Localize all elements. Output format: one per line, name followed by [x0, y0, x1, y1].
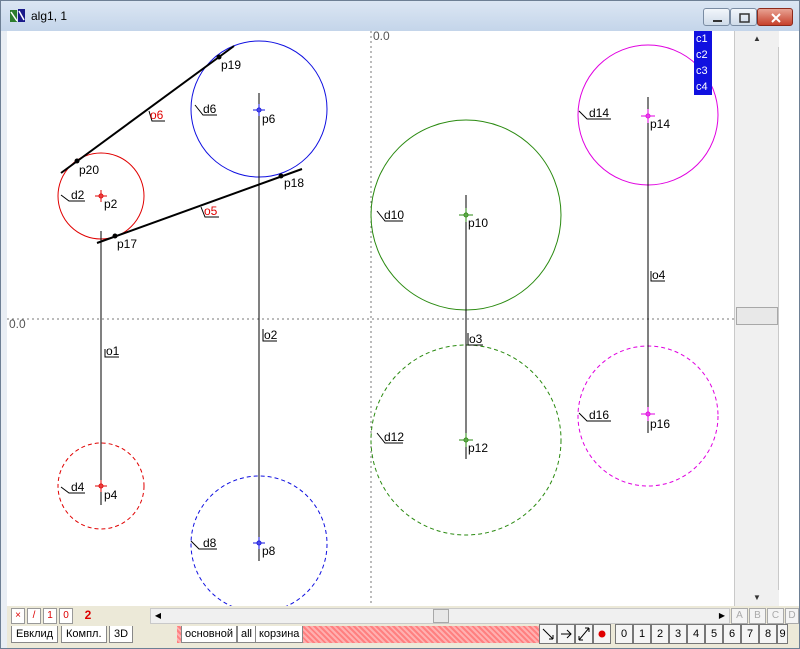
diagonal-arrow-icon	[542, 628, 554, 640]
horizontal-scrollbar[interactable]: ◀ ▶	[150, 608, 730, 624]
column-d-button[interactable]: D	[785, 608, 799, 624]
point-label-p19: p19	[221, 58, 241, 72]
geometry-drawing[interactable]: 0.0 0.0 d2 d4 d6 d8 d10 d12 d14 d16 o1 o…	[7, 31, 734, 606]
line-label-o5: o5	[204, 204, 218, 218]
close-button[interactable]	[757, 8, 793, 26]
digit-button-4[interactable]: 4	[687, 624, 705, 644]
window-title: alg1, 1	[31, 9, 68, 23]
line-label-o1: o1	[106, 344, 120, 358]
maximize-button[interactable]	[730, 8, 757, 26]
circle-label-d6: d6	[203, 102, 217, 116]
circle-label-d16: d16	[589, 408, 609, 422]
digit-button-2[interactable]: 2	[651, 624, 669, 644]
tab-complex[interactable]: Компл.	[61, 626, 107, 643]
tab-euclid[interactable]: Евклид	[11, 626, 59, 643]
axis-label-top: 0.0	[373, 31, 390, 43]
fit-tool-button[interactable]	[539, 624, 557, 644]
circle-label-d4: d4	[71, 480, 85, 494]
digit-button-1[interactable]: 1	[633, 624, 651, 644]
circle-label-d8: d8	[203, 536, 217, 550]
zero-mini-button[interactable]: 0	[59, 608, 73, 624]
line-mini-button[interactable]: /	[27, 608, 41, 624]
circle-label-d12: d12	[384, 430, 404, 444]
digit-button-8[interactable]: 8	[759, 624, 777, 644]
line-o5[interactable]	[96, 168, 303, 244]
digit-button-6[interactable]: 6	[723, 624, 741, 644]
line-label-o3: o3	[469, 332, 483, 346]
vertical-scrollbar[interactable]: ▲ ▼	[735, 31, 779, 606]
count-indicator: 2	[84, 608, 92, 622]
digit-button-0[interactable]: 0	[615, 624, 633, 644]
minimize-icon	[713, 20, 722, 22]
point-label-p18: p18	[284, 176, 304, 190]
bottom-toolbar: × / 1 0 2 ◀ ▶ A B C D Евклид Компл. 3D о…	[7, 606, 799, 648]
point-label-p20: p20	[79, 163, 99, 177]
circle-label-d14: d14	[589, 106, 609, 120]
point-label-p6: p6	[262, 112, 276, 126]
line-label-o6: o6	[150, 108, 164, 122]
point-label-p10: p10	[468, 216, 488, 230]
layer-c2[interactable]: c2	[694, 47, 712, 63]
vertical-scroll-thumb[interactable]	[736, 307, 778, 325]
point-label-p16: p16	[650, 417, 670, 431]
app-icon	[10, 9, 25, 22]
one-mini-button[interactable]: 1	[43, 608, 57, 624]
point-label-p8: p8	[262, 544, 276, 558]
drawing-canvas[interactable]: 0.0 0.0 d2 d4 d6 d8 d10 d12 d14 d16 o1 o…	[7, 31, 734, 606]
layer-c4[interactable]: c4	[694, 79, 712, 95]
point-label-p4: p4	[104, 488, 118, 502]
line-label-o4: o4	[652, 268, 666, 282]
layer-c3[interactable]: c3	[694, 63, 712, 79]
app-window: alg1, 1 0.0 0.0 d2 d4 d6 d8 d10 d12 d14 …	[0, 0, 800, 649]
digit-button-3[interactable]: 3	[669, 624, 687, 644]
scroll-right-arrow-icon[interactable]: ▶	[715, 609, 729, 623]
tangent-dot-p18	[278, 173, 284, 179]
scroll-down-arrow-icon[interactable]: ▼	[735, 590, 779, 606]
axis-label-left: 0.0	[9, 317, 26, 331]
right-arrow-icon	[561, 629, 572, 639]
close-icon	[771, 13, 781, 23]
point-label-p12: p12	[468, 441, 488, 455]
digit-button-9[interactable]: 9	[777, 624, 788, 644]
point-label-p17: p17	[117, 237, 137, 251]
digit-button-5[interactable]: 5	[705, 624, 723, 644]
record-dot-icon	[598, 630, 606, 638]
sheet-tab-all[interactable]: all	[237, 626, 257, 643]
column-b-button[interactable]: B	[749, 608, 766, 624]
label-leaders	[60, 104, 665, 550]
right-panel: ▲ ▼	[734, 31, 799, 606]
point-label-p14: p14	[650, 117, 670, 131]
title-bar: alg1, 1	[1, 1, 799, 31]
zoom-tool-button[interactable]	[575, 624, 593, 644]
scroll-up-arrow-icon[interactable]: ▲	[735, 31, 779, 47]
next-tool-button[interactable]	[557, 624, 575, 644]
record-button[interactable]	[593, 624, 611, 644]
sheet-tab-main[interactable]: основной	[181, 626, 237, 643]
digit-button-7[interactable]: 7	[741, 624, 759, 644]
layer-list: c1 c2 c3 c4	[694, 31, 712, 95]
sheet-tab-strip: основной all корзина	[177, 626, 539, 643]
column-c-button[interactable]: C	[767, 608, 784, 624]
tab-3d[interactable]: 3D	[109, 626, 134, 643]
expand-arrow-icon	[578, 627, 590, 641]
layer-c1[interactable]: c1	[694, 31, 712, 47]
circle-label-d2: d2	[71, 188, 85, 202]
line-label-o2: o2	[264, 328, 278, 342]
scroll-left-arrow-icon[interactable]: ◀	[151, 609, 165, 623]
horizontal-scroll-thumb[interactable]	[433, 609, 449, 623]
sheet-tab-trash[interactable]: корзина	[255, 626, 304, 643]
minimize-button[interactable]	[703, 8, 730, 26]
maximize-icon	[739, 13, 750, 23]
delete-mini-button[interactable]: ×	[11, 608, 25, 624]
point-label-p2: p2	[104, 197, 118, 211]
circle-label-d10: d10	[384, 208, 404, 222]
column-a-button[interactable]: A	[731, 608, 748, 624]
